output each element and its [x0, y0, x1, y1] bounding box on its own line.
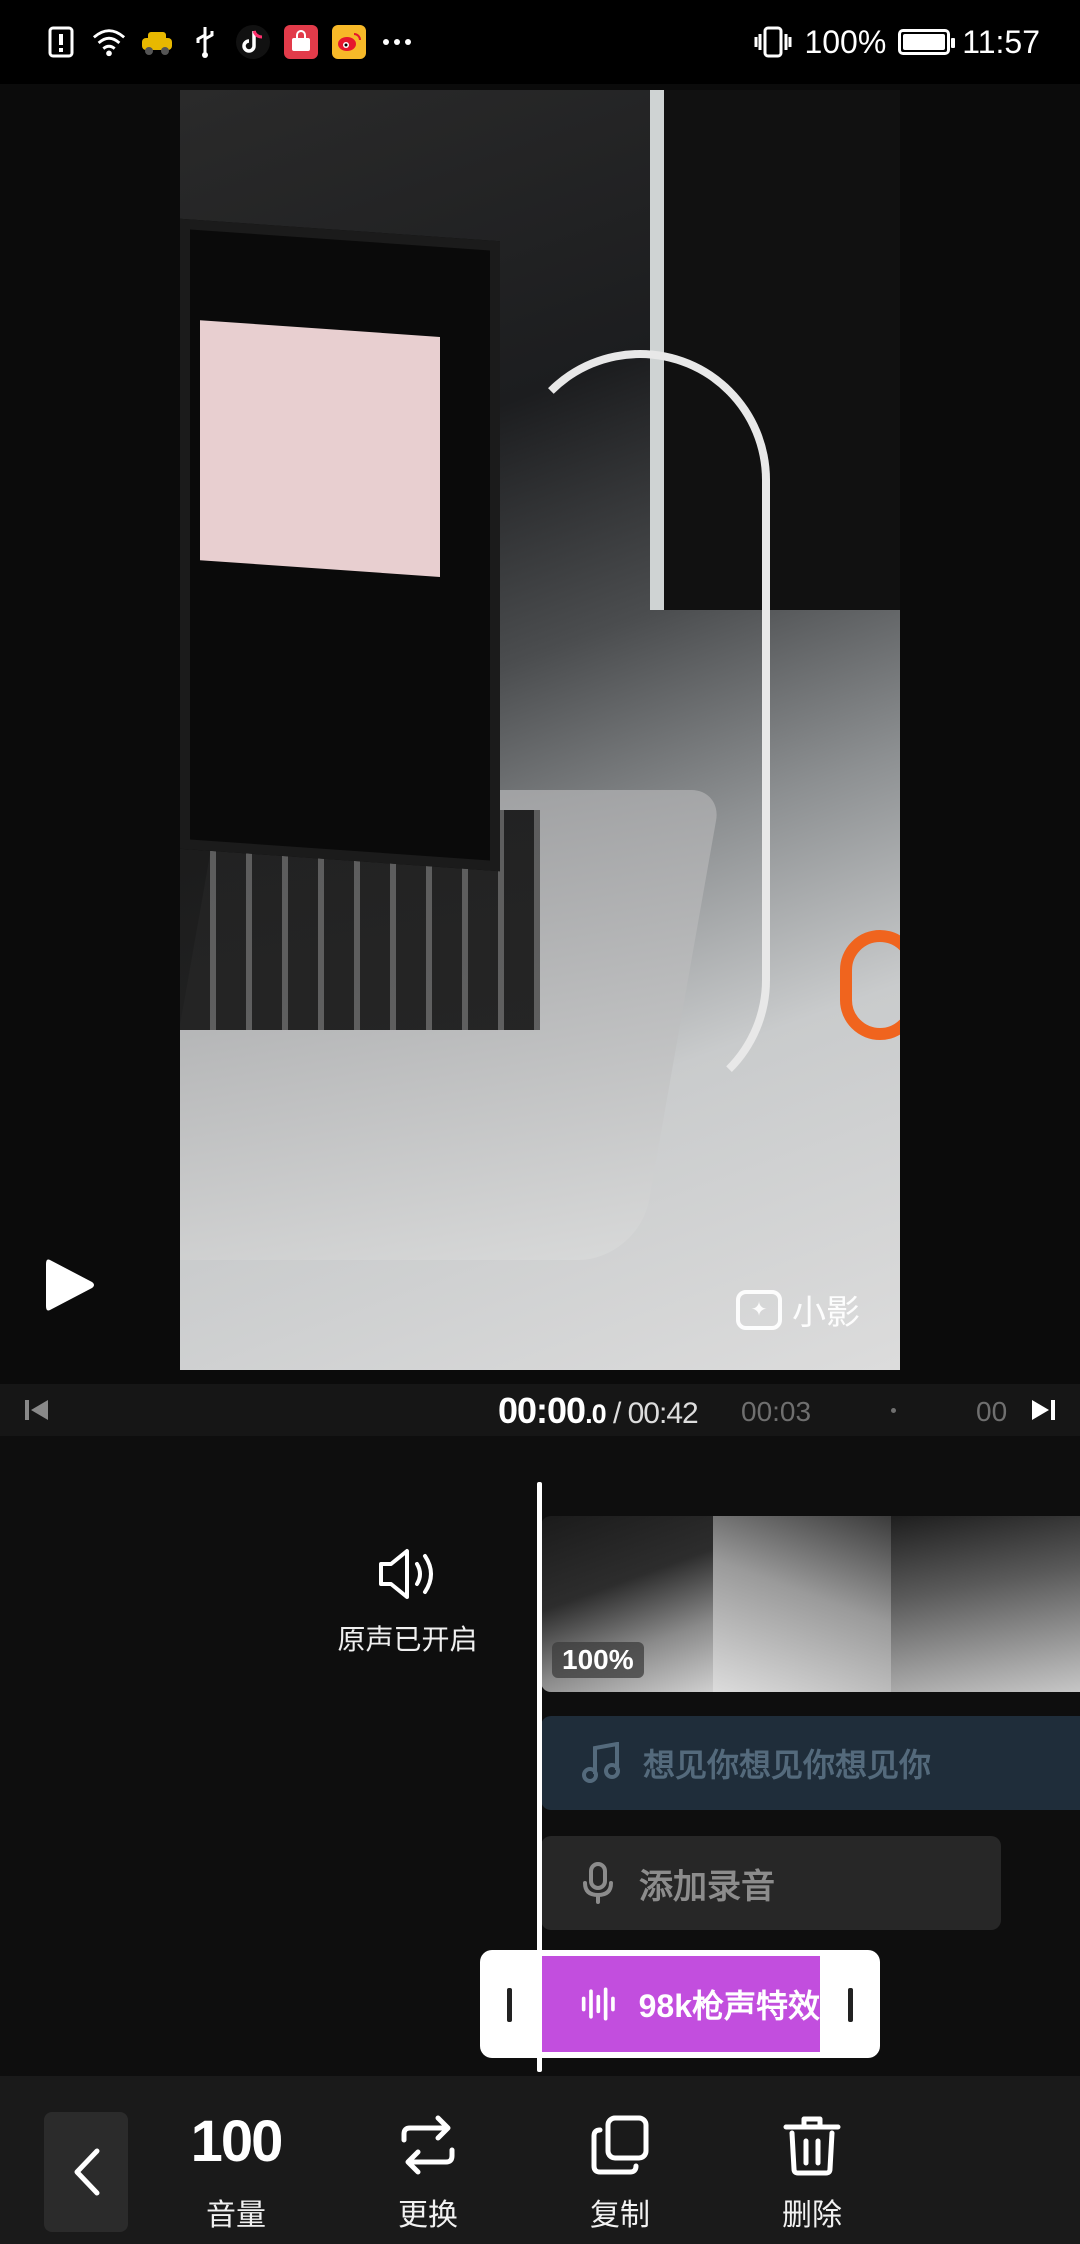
watermark: ✦ 小影 [736, 1285, 860, 1334]
usb-icon [188, 25, 222, 59]
waveform-icon [581, 1987, 615, 2021]
clock: 11:57 [962, 23, 1040, 60]
video-scene-object [840, 930, 900, 1040]
sound-effect-label: 98k枪声特效 [638, 1988, 820, 2024]
back-button[interactable] [44, 2112, 128, 2232]
tiktok-icon [236, 25, 270, 59]
music-track-label: 想见你想见你想见你 [643, 1747, 932, 1783]
battery-percent: 100% [804, 23, 887, 60]
current-time-main: 00:00 [498, 1390, 586, 1431]
original-sound-toggle[interactable]: 原声已开启 [330, 1546, 485, 1658]
weibo-icon [332, 25, 366, 59]
replace-tool[interactable]: 更换 [363, 2110, 493, 2234]
watermark-logo-icon: ✦ [736, 1289, 782, 1330]
video-volume-badge: 100% [552, 1642, 644, 1678]
copy-tool[interactable]: 复制 [555, 2110, 685, 2234]
microphone-icon [583, 1862, 613, 1904]
speaker-icon [378, 1549, 433, 1599]
video-scene-document [200, 320, 440, 577]
volume-label: 音量 [206, 2199, 266, 2232]
sound-effect-clip[interactable]: 98k枪声特效 [540, 1956, 820, 2052]
chevron-left-icon [74, 2148, 100, 2196]
alert-icon [44, 25, 78, 59]
trim-handle-left[interactable] [507, 1988, 512, 2022]
delete-tool[interactable]: 删除 [747, 2110, 877, 2234]
current-time-fraction: .0 [585, 1399, 607, 1429]
current-time: 00:00.0 / 00:42 [498, 1390, 699, 1432]
play-icon[interactable] [44, 1256, 96, 1314]
timeline-tick: 00 [976, 1396, 1008, 1427]
video-scene-laptop-screen [180, 218, 500, 872]
video-thumbnail [891, 1516, 1080, 1692]
more-icon [380, 25, 414, 59]
volume-tool[interactable]: 100 音量 [171, 2110, 301, 2234]
video-scene-cable [510, 350, 770, 1110]
timeline-tick: 00:03 [741, 1396, 812, 1427]
video-preview[interactable]: ✦ 小影 [180, 90, 900, 1370]
status-icons-left [44, 22, 414, 62]
preview-area: ✦ 小影 [0, 84, 1080, 1384]
delete-label: 删除 [782, 2199, 842, 2232]
volume-value: 100 [190, 2109, 284, 2174]
skip-to-end-icon[interactable] [1028, 1396, 1058, 1424]
music-track[interactable]: 想见你想见你想见你 [541, 1716, 1080, 1810]
original-sound-label: 原声已开启 [337, 1624, 478, 1655]
watermark-text: 小影 [792, 1294, 860, 1332]
replace-icon [401, 2115, 455, 2175]
status-icons-right: 100% 11:57 [754, 20, 1040, 64]
copy-label: 复制 [590, 2199, 650, 2232]
add-recording-label: 添加录音 [639, 1867, 775, 1906]
timeline-tick-dot [891, 1408, 896, 1413]
replace-label: 更换 [398, 2199, 458, 2232]
trash-icon [783, 2116, 841, 2176]
vibrate-icon [754, 26, 792, 58]
timeline[interactable]: 原声已开启 100% 想见你想见你想见你 添加录音 98k枪声特效 [0, 1436, 1080, 2076]
music-note-icon [582, 1742, 620, 1783]
wifi-icon [92, 25, 126, 59]
shopping-icon [284, 25, 318, 59]
video-thumbnail [713, 1516, 891, 1692]
playhead[interactable] [537, 1482, 542, 2072]
total-duration: / 00:42 [605, 1397, 699, 1430]
trim-handle-right[interactable] [848, 1988, 853, 2022]
battery-icon [898, 29, 956, 55]
add-recording-button[interactable]: 添加录音 [541, 1836, 1001, 1930]
skip-to-start-icon[interactable] [22, 1396, 52, 1424]
taxi-icon [140, 25, 174, 59]
copy-icon [591, 2115, 649, 2175]
status-bar: 100% 11:57 [0, 0, 1080, 84]
timecode-bar: 00:00.0 / 00:42 00:03 00 [0, 1384, 1080, 1436]
bottom-toolbar: 100 音量 更换 复制 删除 [0, 2076, 1080, 2244]
